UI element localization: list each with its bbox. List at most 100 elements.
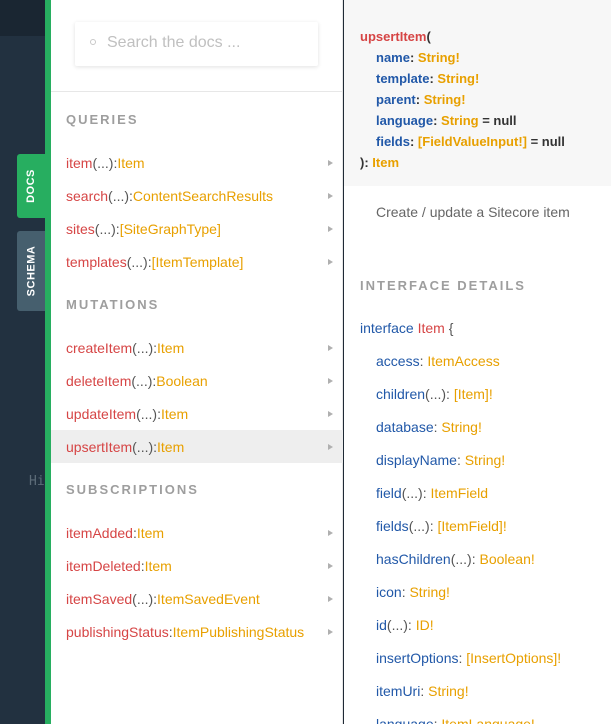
arg-name[interactable]: fields bbox=[376, 134, 410, 149]
type-link[interactable]: Boolean bbox=[156, 373, 207, 389]
arg-default: = null bbox=[526, 134, 565, 149]
interface-field-type-link[interactable]: ItemAccess bbox=[427, 353, 499, 369]
field-name[interactable]: createItem bbox=[66, 340, 132, 356]
interface-field-type-link[interactable]: String! bbox=[465, 452, 505, 468]
type-link[interactable]: ContentSearchResults bbox=[133, 188, 273, 204]
type-link[interactable]: Item bbox=[157, 439, 184, 455]
arg-type-link[interactable]: String! bbox=[424, 92, 466, 107]
interface-field-type-link[interactable]: ItemLanguage! bbox=[441, 716, 534, 724]
search-box[interactable] bbox=[75, 22, 318, 66]
arg-name[interactable]: name bbox=[376, 50, 410, 65]
field-name[interactable]: templates bbox=[66, 254, 127, 270]
list-item-deleteItem[interactable]: deleteItem (...): Boolean bbox=[51, 364, 343, 397]
interface-field-type-link[interactable]: String! bbox=[441, 419, 481, 435]
docs-tab[interactable]: DOCS bbox=[17, 154, 45, 218]
schema-tab[interactable]: SCHEMA bbox=[17, 231, 45, 311]
field-args: (...) bbox=[132, 590, 154, 607]
interface-field-name[interactable]: icon bbox=[376, 584, 402, 600]
type-link[interactable]: Item bbox=[161, 406, 188, 422]
arg-colon: : bbox=[409, 50, 418, 65]
interface-details-heading: INTERFACE DETAILS bbox=[360, 278, 526, 293]
search-icon bbox=[90, 39, 96, 45]
interface-field-name[interactable]: insertOptions bbox=[376, 650, 458, 666]
interface-field-id: id(...): ID! bbox=[376, 617, 434, 633]
interface-field-name[interactable]: children bbox=[376, 386, 425, 402]
list-item-itemSaved[interactable]: itemSaved (...): ItemSavedEvent bbox=[51, 582, 343, 615]
interface-field-name[interactable]: itemUri bbox=[376, 683, 420, 699]
chevron-right-icon bbox=[328, 226, 333, 232]
arg-colon: : bbox=[409, 134, 418, 149]
list-item-item[interactable]: item (...): Item bbox=[51, 146, 343, 179]
return-type-link[interactable]: Item bbox=[372, 155, 399, 170]
interface-field-name[interactable]: language bbox=[376, 716, 434, 724]
list-item-itemAdded[interactable]: itemAdded: Item bbox=[51, 516, 343, 549]
list-item-search[interactable]: search (...): ContentSearchResults bbox=[51, 179, 343, 212]
interface-field-icon: icon: String! bbox=[376, 584, 450, 600]
field-name[interactable]: publishingStatus bbox=[66, 624, 169, 640]
interface-field-type-link[interactable]: [InsertOptions]! bbox=[466, 650, 561, 666]
list-item-updateItem[interactable]: updateItem (...): Item bbox=[51, 397, 343, 430]
arg-name[interactable]: template bbox=[376, 71, 429, 86]
list-item-templates[interactable]: templates (...): [ItemTemplate] bbox=[51, 245, 343, 278]
field-name[interactable]: sites bbox=[66, 221, 95, 237]
field-name[interactable]: deleteItem bbox=[66, 373, 131, 389]
field-name[interactable]: itemDeleted bbox=[66, 558, 141, 574]
interface-field-type-link[interactable]: [Item]! bbox=[454, 386, 493, 402]
interface-field-name[interactable]: fields bbox=[376, 518, 409, 534]
interface-field-args: (...) bbox=[401, 485, 423, 501]
interface-field-name[interactable]: hasChildren bbox=[376, 551, 451, 567]
field-name[interactable]: itemAdded bbox=[66, 525, 133, 541]
interface-field-name[interactable]: access bbox=[376, 353, 420, 369]
field-name[interactable]: search bbox=[66, 188, 108, 204]
interface-field-itemUri: itemUri: String! bbox=[376, 683, 469, 699]
interface-field-type-link[interactable]: ItemField bbox=[430, 485, 488, 501]
list-item-upsertItem[interactable]: upsertItem (...): Item bbox=[51, 430, 343, 463]
type-link[interactable]: [ItemTemplate] bbox=[152, 254, 244, 270]
arg-type-link[interactable]: String! bbox=[437, 71, 479, 86]
type-link[interactable]: Item bbox=[137, 525, 164, 541]
field-name[interactable]: upsertItem bbox=[66, 439, 132, 455]
arg-name[interactable]: parent bbox=[376, 92, 416, 107]
type-link[interactable]: Item bbox=[157, 340, 184, 356]
field-name[interactable]: updateItem bbox=[66, 406, 136, 422]
interface-field-name[interactable]: database bbox=[376, 419, 434, 435]
interface-field-type-link[interactable]: String! bbox=[428, 683, 468, 699]
editor-background bbox=[0, 0, 46, 724]
interface-field-colon: : bbox=[446, 386, 454, 402]
chevron-right-icon bbox=[328, 378, 333, 384]
interface-field-type-link[interactable]: ID! bbox=[416, 617, 434, 633]
field-name[interactable]: itemSaved bbox=[66, 591, 132, 607]
list-item-publishingStatus[interactable]: publishingStatus: ItemPublishingStatus bbox=[51, 615, 343, 648]
interface-field-name[interactable]: field bbox=[376, 485, 402, 501]
arg-name[interactable]: language bbox=[376, 113, 433, 128]
arg-type-link[interactable]: [FieldValueInput!] bbox=[418, 134, 527, 149]
arg-type-link[interactable]: String! bbox=[418, 50, 460, 65]
interface-field-type-link[interactable]: Boolean! bbox=[480, 551, 535, 567]
list-item-sites[interactable]: sites (...): [SiteGraphType] bbox=[51, 212, 343, 245]
type-link[interactable]: Item bbox=[117, 155, 144, 171]
interface-field-language: language: ItemLanguage! bbox=[376, 716, 535, 724]
field-args: (...) bbox=[92, 154, 114, 171]
type-link[interactable]: ItemSavedEvent bbox=[157, 591, 260, 607]
arg-type-link[interactable]: String bbox=[441, 113, 479, 128]
interface-field-name[interactable]: id bbox=[376, 617, 387, 633]
chevron-right-icon bbox=[328, 444, 333, 450]
list-item-createItem[interactable]: createItem (...): Item bbox=[51, 331, 343, 364]
interface-field-name[interactable]: displayName bbox=[376, 452, 457, 468]
type-link[interactable]: [SiteGraphType] bbox=[120, 221, 221, 237]
interface-field-children: children(...): [Item]! bbox=[376, 386, 493, 402]
interface-field-type-link[interactable]: String! bbox=[409, 584, 449, 600]
field-args: (...) bbox=[136, 405, 158, 422]
list-item-itemDeleted[interactable]: itemDeleted: Item bbox=[51, 549, 343, 582]
type-link[interactable]: ItemPublishingStatus bbox=[173, 624, 305, 640]
field-args: (...) bbox=[132, 339, 154, 356]
type-link[interactable]: Item bbox=[145, 558, 172, 574]
search-input[interactable] bbox=[107, 34, 307, 52]
field-name[interactable]: item bbox=[66, 155, 92, 171]
signature-line: upsertItem( bbox=[360, 26, 611, 47]
interface-field-field: field(...): ItemField bbox=[376, 485, 488, 501]
interface-field-type-link[interactable]: [ItemField]! bbox=[437, 518, 506, 534]
interface-field-args: (...) bbox=[450, 551, 472, 567]
chevron-right-icon bbox=[328, 596, 333, 602]
interface-name-link[interactable]: Item bbox=[418, 320, 445, 336]
